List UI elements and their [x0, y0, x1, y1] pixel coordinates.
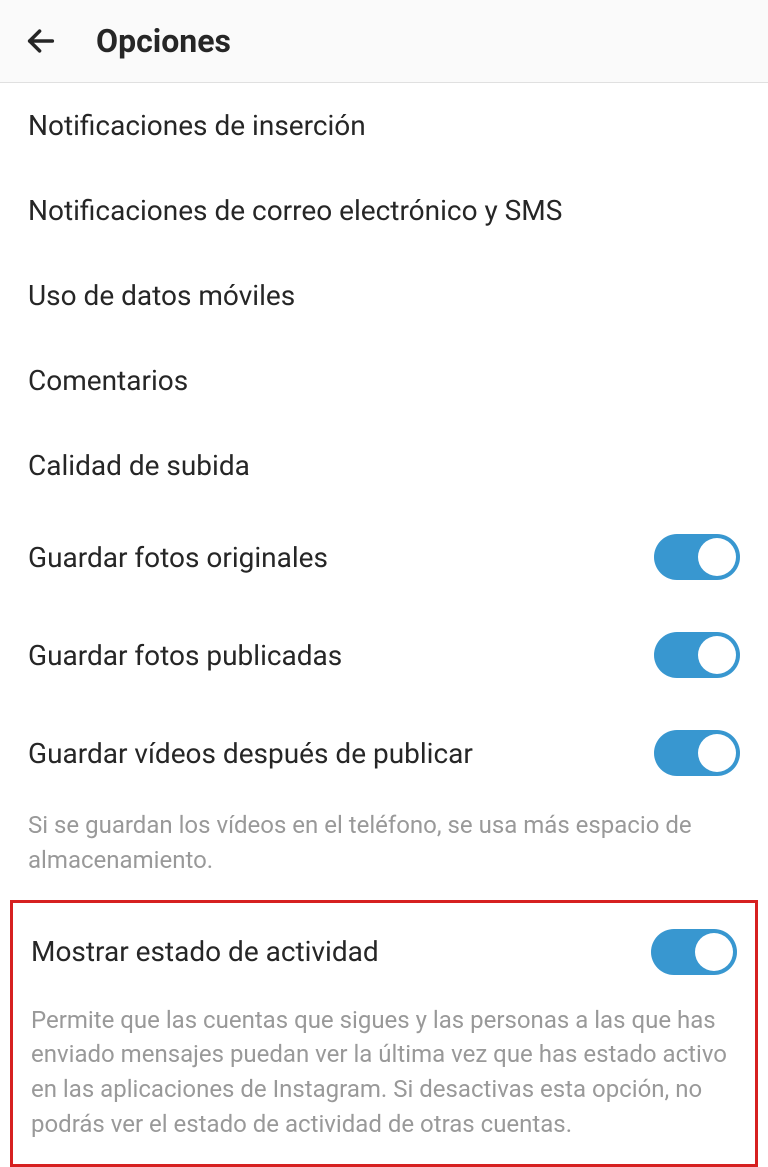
settings-item-save-published-photos[interactable]: Guardar fotos publicadas	[0, 606, 768, 704]
toggle-knob	[695, 933, 733, 971]
toggle-knob	[698, 538, 736, 576]
settings-item-upload-quality[interactable]: Calidad de subida	[0, 423, 768, 508]
activity-status-description: Permite que las cuentas que sigues y las…	[13, 997, 755, 1152]
settings-item-activity-status[interactable]: Mostrar estado de actividad	[13, 907, 755, 997]
toggle-activity-status[interactable]	[651, 929, 737, 975]
settings-item-label: Notificaciones de correo electrónico y S…	[28, 194, 562, 227]
highlighted-section: Mostrar estado de actividad Permite que …	[10, 900, 758, 1167]
settings-list: Notificaciones de inserción Notificacion…	[0, 83, 768, 1167]
toggle-save-published-photos[interactable]	[654, 632, 740, 678]
arrow-left-icon	[24, 24, 58, 58]
settings-item-label: Comentarios	[28, 364, 188, 397]
settings-item-comments[interactable]: Comentarios	[0, 338, 768, 423]
settings-item-label: Guardar vídeos después de publicar	[28, 737, 473, 770]
settings-item-label: Calidad de subida	[28, 449, 250, 482]
toggle-save-original-photos[interactable]	[654, 534, 740, 580]
settings-item-label: Guardar fotos publicadas	[28, 639, 342, 672]
settings-item-email-sms-notifications[interactable]: Notificaciones de correo electrónico y S…	[0, 168, 768, 253]
settings-item-mobile-data[interactable]: Uso de datos móviles	[0, 253, 768, 338]
toggle-save-videos[interactable]	[654, 730, 740, 776]
settings-item-push-notifications[interactable]: Notificaciones de inserción	[0, 83, 768, 168]
toggle-knob	[698, 636, 736, 674]
back-button[interactable]	[24, 24, 58, 58]
settings-item-label: Guardar fotos originales	[28, 541, 328, 574]
settings-item-save-videos-after-publish[interactable]: Guardar vídeos después de publicar	[0, 704, 768, 802]
settings-item-label: Notificaciones de inserción	[28, 109, 366, 142]
settings-item-save-original-photos[interactable]: Guardar fotos originales	[0, 508, 768, 606]
settings-item-label: Mostrar estado de actividad	[31, 935, 379, 968]
video-storage-description: Si se guardan los vídeos en el teléfono,…	[0, 802, 768, 900]
settings-item-label: Uso de datos móviles	[28, 279, 295, 312]
toggle-knob	[698, 734, 736, 772]
page-title: Opciones	[96, 22, 231, 60]
header: Opciones	[0, 0, 768, 83]
